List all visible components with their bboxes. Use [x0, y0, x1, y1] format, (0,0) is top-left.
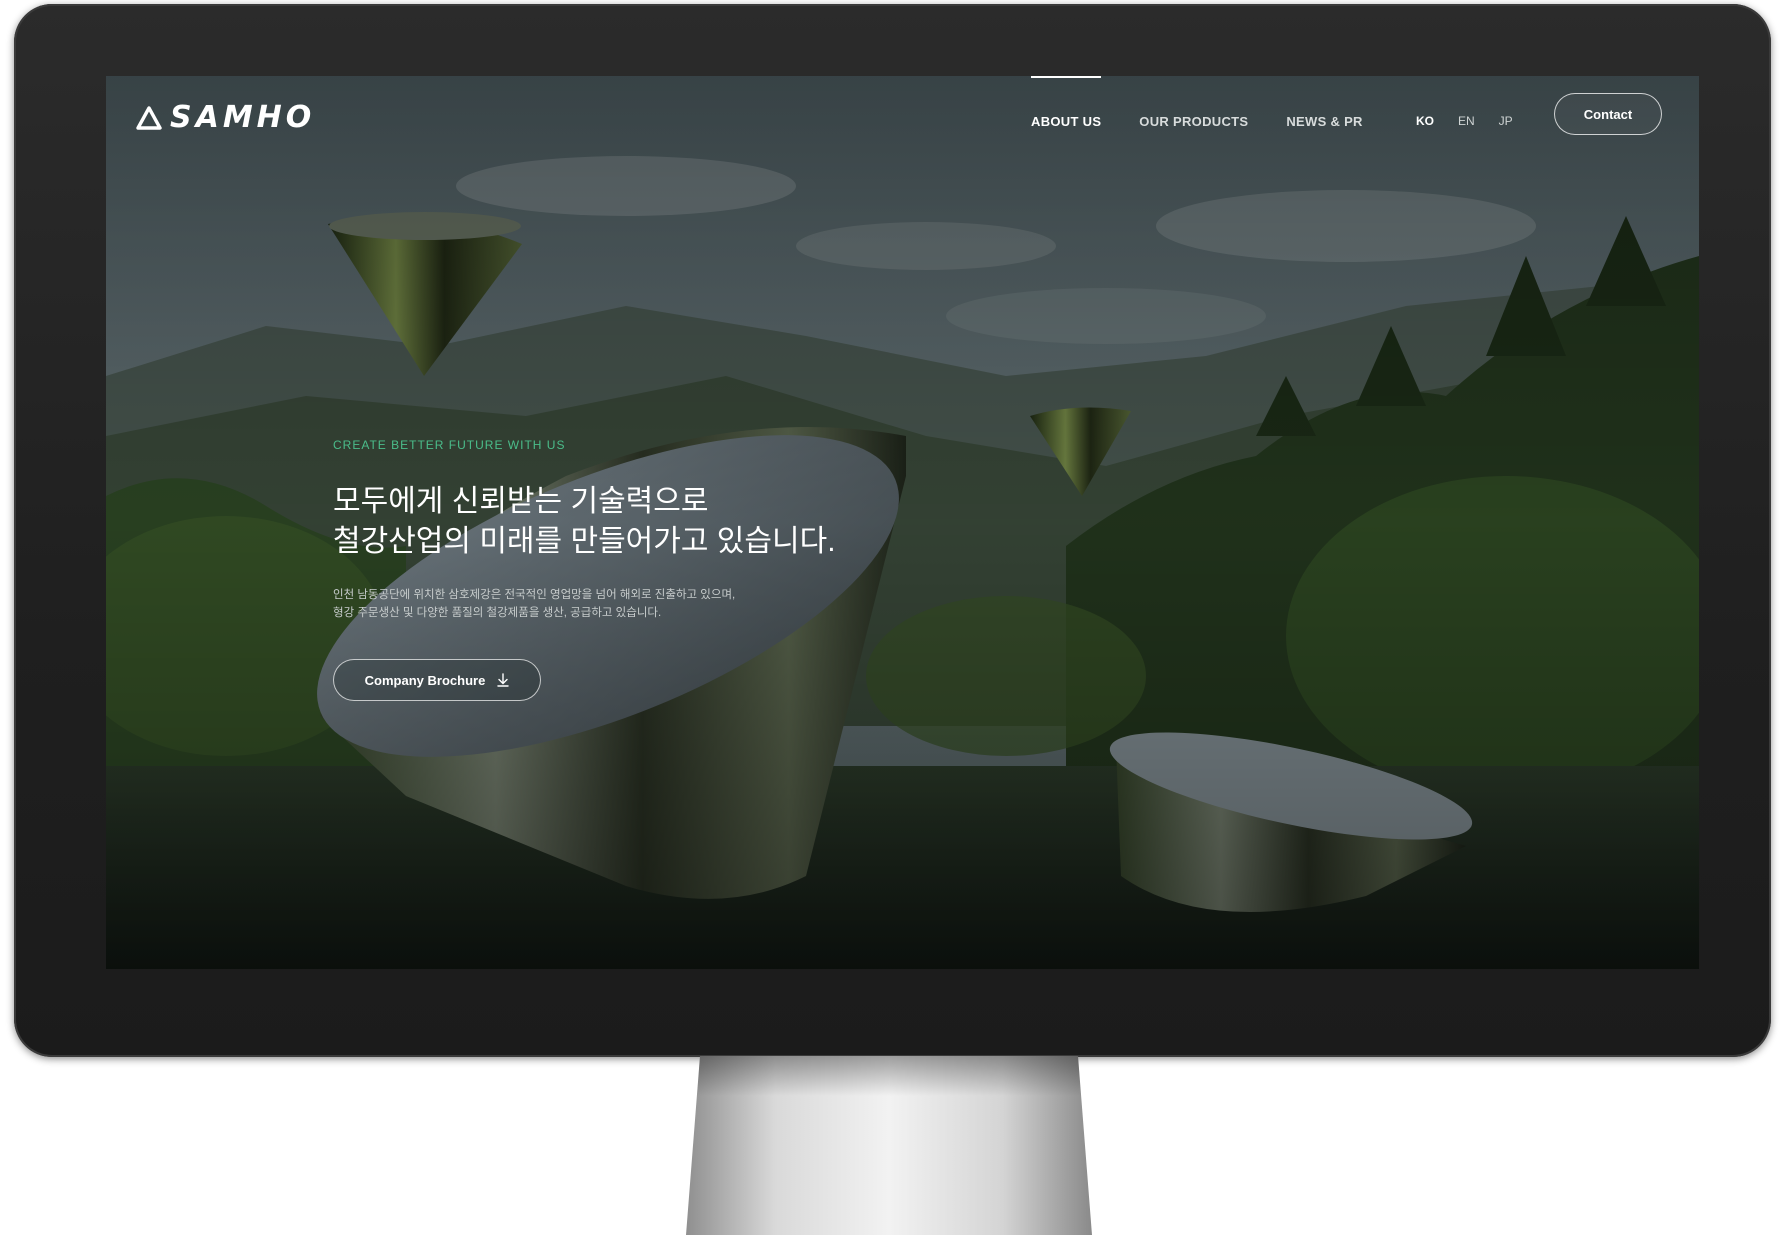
- samho-logo[interactable]: SAMHO: [136, 100, 315, 135]
- hero-section: CREATE BETTER FUTURE WITH US 모두에게 신뢰받는 기…: [333, 438, 1033, 622]
- download-icon: [497, 673, 510, 687]
- monitor-stand-shadow: [697, 1056, 1081, 1096]
- nav-our-products[interactable]: OUR PRODUCTS: [1139, 106, 1248, 129]
- lang-ko[interactable]: KO: [1416, 114, 1434, 128]
- triangle-logo-icon: [136, 105, 162, 130]
- hero-title-line-2: 철강산업의 미래를 만들어가고 있습니다.: [333, 525, 836, 558]
- website-screen: SAMHO ABOUT US OUR PRODUCTS NEWS & PR KO…: [106, 76, 1699, 969]
- top-navigation: SAMHO ABOUT US OUR PRODUCTS NEWS & PR KO…: [106, 76, 1699, 166]
- hero-description: 인천 남동공단에 위치한 삼호제강은 전국적인 영업망을 넘어 해외로 진출하고…: [333, 586, 1033, 622]
- lang-en[interactable]: EN: [1458, 114, 1475, 128]
- hero-eyebrow: CREATE BETTER FUTURE WITH US: [333, 438, 566, 452]
- monitor-bezel: SAMHO ABOUT US OUR PRODUCTS NEWS & PR KO…: [14, 4, 1771, 1057]
- hero-description-line-2: 형강 주문생산 및 다양한 품질의 철강제품을 생산, 공급하고 있습니다.: [333, 607, 662, 619]
- brand-name: SAMHO: [170, 100, 316, 135]
- hero-description-line-1: 인천 남동공단에 위치한 삼호제강은 전국적인 영업망을 넘어 해외로 진출하고…: [333, 589, 736, 601]
- company-brochure-button[interactable]: Company Brochure: [333, 659, 541, 701]
- language-switcher: KO EN JP: [1416, 114, 1513, 128]
- brochure-label: Company Brochure: [364, 672, 486, 688]
- nav-about-us[interactable]: ABOUT US: [1031, 76, 1102, 129]
- main-menu: ABOUT US OUR PRODUCTS NEWS & PR: [1031, 76, 1363, 129]
- contact-button[interactable]: Contact: [1554, 93, 1662, 135]
- lang-jp[interactable]: JP: [1499, 114, 1513, 128]
- hero-title-line-1: 모두에게 신뢰받는 기술력으로: [333, 485, 709, 518]
- nav-news-pr[interactable]: NEWS & PR: [1286, 106, 1362, 129]
- hero-title: 모두에게 신뢰받는 기술력으로 철강산업의 미래를 만들어가고 있습니다.: [333, 482, 1033, 562]
